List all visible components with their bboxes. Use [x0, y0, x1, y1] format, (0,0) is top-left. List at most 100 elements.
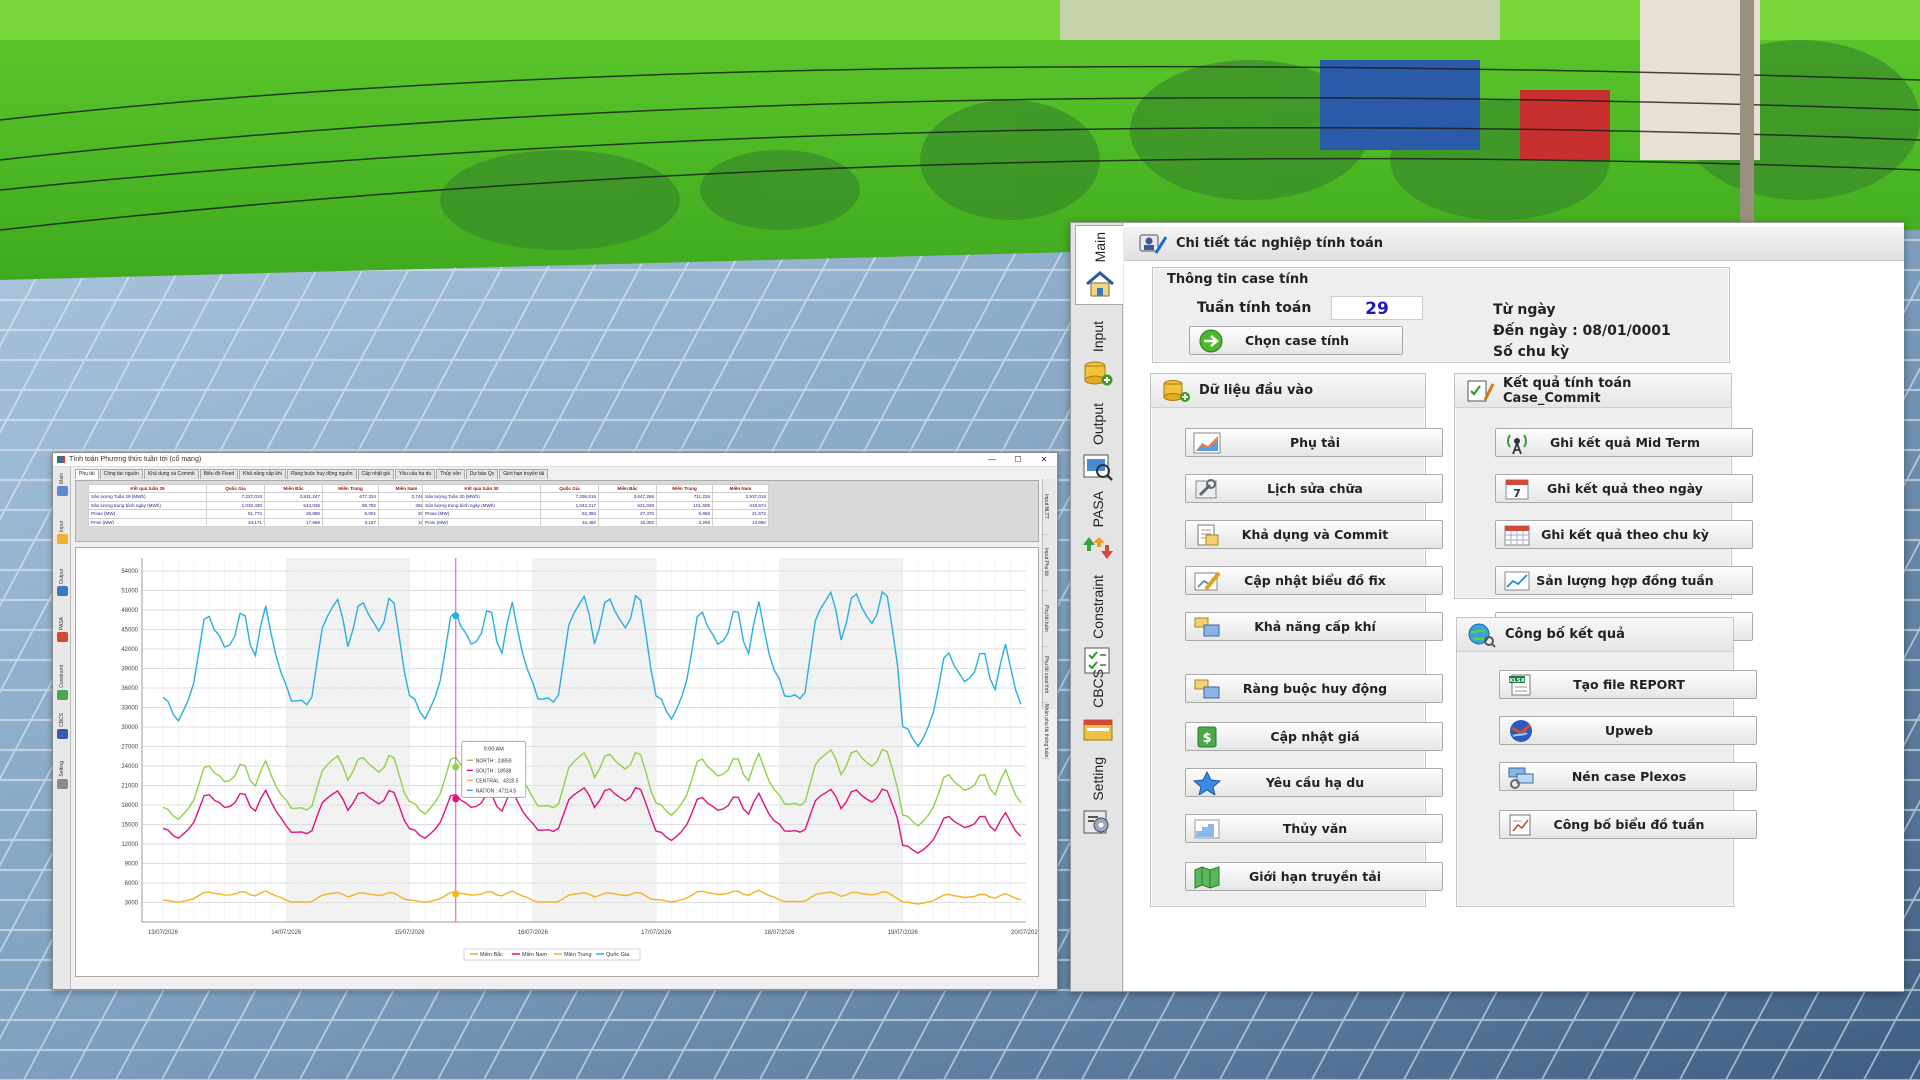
window-title: Tính toán Phương thức tuần tới (cổ mạng) [69, 456, 202, 463]
cap-nhat-bieu-do-fix-button[interactable]: Cập nhật biểu đồ fix [1185, 566, 1443, 595]
cursor-point-mien-trung [452, 890, 460, 898]
arrows-icon [1081, 533, 1115, 563]
table-row: Pmax (MW)51,77426,8865,00120,531 [88, 509, 435, 519]
side-tab-main[interactable]: Main [54, 473, 70, 496]
side-tab-constraint[interactable]: Constraint [54, 665, 70, 700]
tab-kha-dung-va-commit[interactable]: Khả dụng và Commit [143, 469, 199, 479]
from-date: Từ ngày [1493, 302, 1556, 318]
right-tab-input-phu-tai[interactable]: Input Phụ tải [1043, 535, 1049, 591]
xlsx-file-icon: XLSX [1506, 673, 1536, 697]
y-tick-label: 24000 [121, 764, 138, 770]
side-tab-input[interactable]: Input [1075, 315, 1121, 394]
right-tab-nhan-phu-tai-thang-tuan[interactable]: Nhận phụ tải tháng tuần [1043, 703, 1049, 759]
side-tab-cbcs[interactable]: CBCS [1075, 663, 1121, 750]
publish-panel-title: Công bố kết quả [1505, 627, 1625, 642]
table-cell: 16,302 [598, 517, 657, 528]
gioi-han-truyen-tai-button[interactable]: Giới hạn truyền tải [1185, 862, 1443, 891]
database-add-icon [1161, 378, 1191, 404]
side-tab-output[interactable]: Output [1075, 397, 1121, 487]
side-tab-label: Setting [59, 761, 65, 777]
choose-case-button[interactable]: Chọn case tính [1189, 326, 1403, 355]
side-tab-main[interactable]: Main [1075, 225, 1123, 306]
side-tab-label: Output [59, 569, 65, 585]
right-tab-input-nltt[interactable]: Input NLTT [1043, 479, 1049, 535]
side-tab-label: Main [59, 473, 65, 484]
calculation-window: Main Input Output PASA Constraint CBCS Setting… [1070, 222, 1904, 992]
tab-kha-nang-cap-khi[interactable]: Khả năng cấp khí [239, 469, 287, 479]
tab-du-bao-qv[interactable]: Dự báo Qv [465, 469, 499, 479]
right-tab-strip: Input NLTT Input Phụ tải Phụ tải tuần Phụ t… [1042, 479, 1056, 759]
side-tab-setting[interactable]: Setting [1075, 751, 1121, 843]
table-cell: 711,226 [656, 492, 713, 502]
side-tab-pasa[interactable]: PASA [1075, 485, 1121, 569]
week-30-table: Kết quả tuần 30 Quốc Gia Miền Bắc Miền Trun… [422, 484, 769, 528]
tab-cong-tac-nguon[interactable]: Công tác nguồn [99, 469, 143, 479]
ghi-ket-qua-mid-term-button[interactable]: Ghi kết quả Mid Term [1495, 428, 1753, 457]
table-cell: 3,187 [322, 517, 379, 528]
right-tab-phu-tai-case-tinh[interactable]: Phụ tải case tính [1043, 647, 1049, 703]
close-icon[interactable]: ✕ [1031, 455, 1057, 464]
side-tab-pasa[interactable]: PASA [54, 617, 70, 642]
result-panel: Kết quả tính toán Case_Commit Ghi kết qu… [1454, 373, 1753, 641]
minimize-icon[interactable]: — [979, 455, 1005, 464]
button-label: Cập nhật giá [1270, 729, 1360, 744]
tab-thuy-van[interactable]: Thủy văn [436, 469, 465, 479]
week-field[interactable]: 29 [1331, 296, 1423, 320]
table-cell: 1,042,217 [540, 500, 599, 511]
button-label: Yêu cầu hạ du [1265, 775, 1365, 790]
input-data-panel: Dữ liệu đầu vào Phụ tải Lịch sửa chữa Khả … [1150, 373, 1443, 907]
table-header: Quốc Gia [540, 484, 599, 493]
side-tab-label: Constraint [1090, 575, 1106, 639]
main-content: Chi tiết tác nghiệp tính toán Thông tin … [1124, 223, 1904, 991]
maximize-icon[interactable]: ☐ [1005, 455, 1031, 464]
table-row: Sản lượng trung bình ngày (MWh) 1,032,430… [88, 500, 435, 511]
button-label: Khả dụng và Commit [1241, 527, 1389, 542]
tab-rang-buoc-huy-dong-nguon[interactable]: Ràng buộc huy động nguồn [287, 469, 357, 479]
yeu-cau-ha-du-button[interactable]: Yêu cầu hạ du [1185, 768, 1443, 797]
report-search-icon [1081, 451, 1115, 481]
table-cell: Pmax (MW) [88, 509, 207, 519]
cong-bo-bieu-do-tuan-button[interactable]: Công bố biểu đồ tuần [1499, 810, 1757, 839]
cap-nhat-gia-button[interactable]: $ Cập nhật giá [1185, 722, 1443, 751]
tab-yeu-cau-ha-du[interactable]: Yêu cầu hạ du [394, 469, 436, 479]
side-tab-input[interactable]: Input [54, 521, 70, 545]
y-tick-label: 6000 [125, 881, 139, 887]
table-cell: 96,762 [322, 500, 379, 511]
san-luong-hop-dong-tuan-button[interactable]: Sản lượng hợp đồng tuần [1495, 566, 1753, 595]
phu-tai-button[interactable]: Phụ tải [1185, 428, 1443, 457]
thuy-van-button[interactable]: Thủy văn [1185, 814, 1443, 843]
button-label: Ghi kết quả Mid Term [1549, 435, 1701, 450]
load-forecast-window: Tính toán Phương thức tuần tới (cổ mạng)… [52, 452, 1058, 990]
button-label: Khả năng cấp khí [1254, 619, 1376, 634]
side-tab-output[interactable]: Output [54, 569, 70, 597]
ghi-ket-qua-theo-ngay-button[interactable]: 7 Ghi kết quả theo ngày [1495, 474, 1753, 503]
result-panel-header: Kết quả tính toán Case_Commit [1455, 374, 1731, 408]
side-tab-setting[interactable]: Setting [54, 761, 70, 789]
tab-bieu-do-fixed[interactable]: Biểu đồ Fixed [199, 469, 239, 479]
right-tab-phu-tai-tuan[interactable]: Phụ tải tuần [1043, 591, 1049, 647]
ghi-ket-qua-theo-chu-ky-button[interactable]: Ghi kết quả theo chu kỳ [1495, 520, 1753, 549]
side-tab-label: Input [59, 521, 65, 533]
table-header: Quốc Gia [206, 484, 265, 493]
side-tab-cbcs[interactable]: CBCS [54, 713, 70, 739]
rang-buoc-huy-dong-button[interactable]: Ràng buộc huy động [1185, 674, 1443, 703]
page-title: Chi tiết tác nghiệp tính toán [1176, 236, 1384, 251]
antenna-icon [1502, 431, 1532, 455]
cursor-point-mien-nam [452, 795, 460, 803]
kha-nang-cap-khi-button[interactable]: Khả năng cấp khí [1185, 612, 1443, 641]
button-label: Sản lượng hợp đồng tuần [1536, 573, 1714, 588]
table-cell: 3,647,266 [598, 492, 657, 502]
nen-case-plexos-button[interactable]: Nén case Plexos [1499, 762, 1757, 791]
kha-dung-va-commit-button[interactable]: Khả dụng và Commit [1185, 520, 1443, 549]
tab-gioi-han-truyen-tai[interactable]: Giới hạn truyền tải [499, 469, 549, 479]
table-header: Miền Trung [322, 484, 379, 493]
globe-search-icon [1467, 622, 1497, 648]
lich-sua-chua-button[interactable]: Lịch sửa chữa [1185, 474, 1443, 503]
svg-text:7: 7 [1513, 487, 1521, 500]
tao-file-report-button[interactable]: XLSX Tạo file REPORT [1499, 670, 1757, 699]
tab-phu-tai[interactable]: Phụ tải [75, 469, 99, 479]
button-label: Nén case Plexos [1571, 769, 1687, 784]
side-tab-label: Constraint [59, 665, 65, 688]
tab-cap-nhat-gia[interactable]: Cập nhật giá [357, 469, 394, 479]
upweb-button[interactable]: Upweb [1499, 716, 1757, 745]
